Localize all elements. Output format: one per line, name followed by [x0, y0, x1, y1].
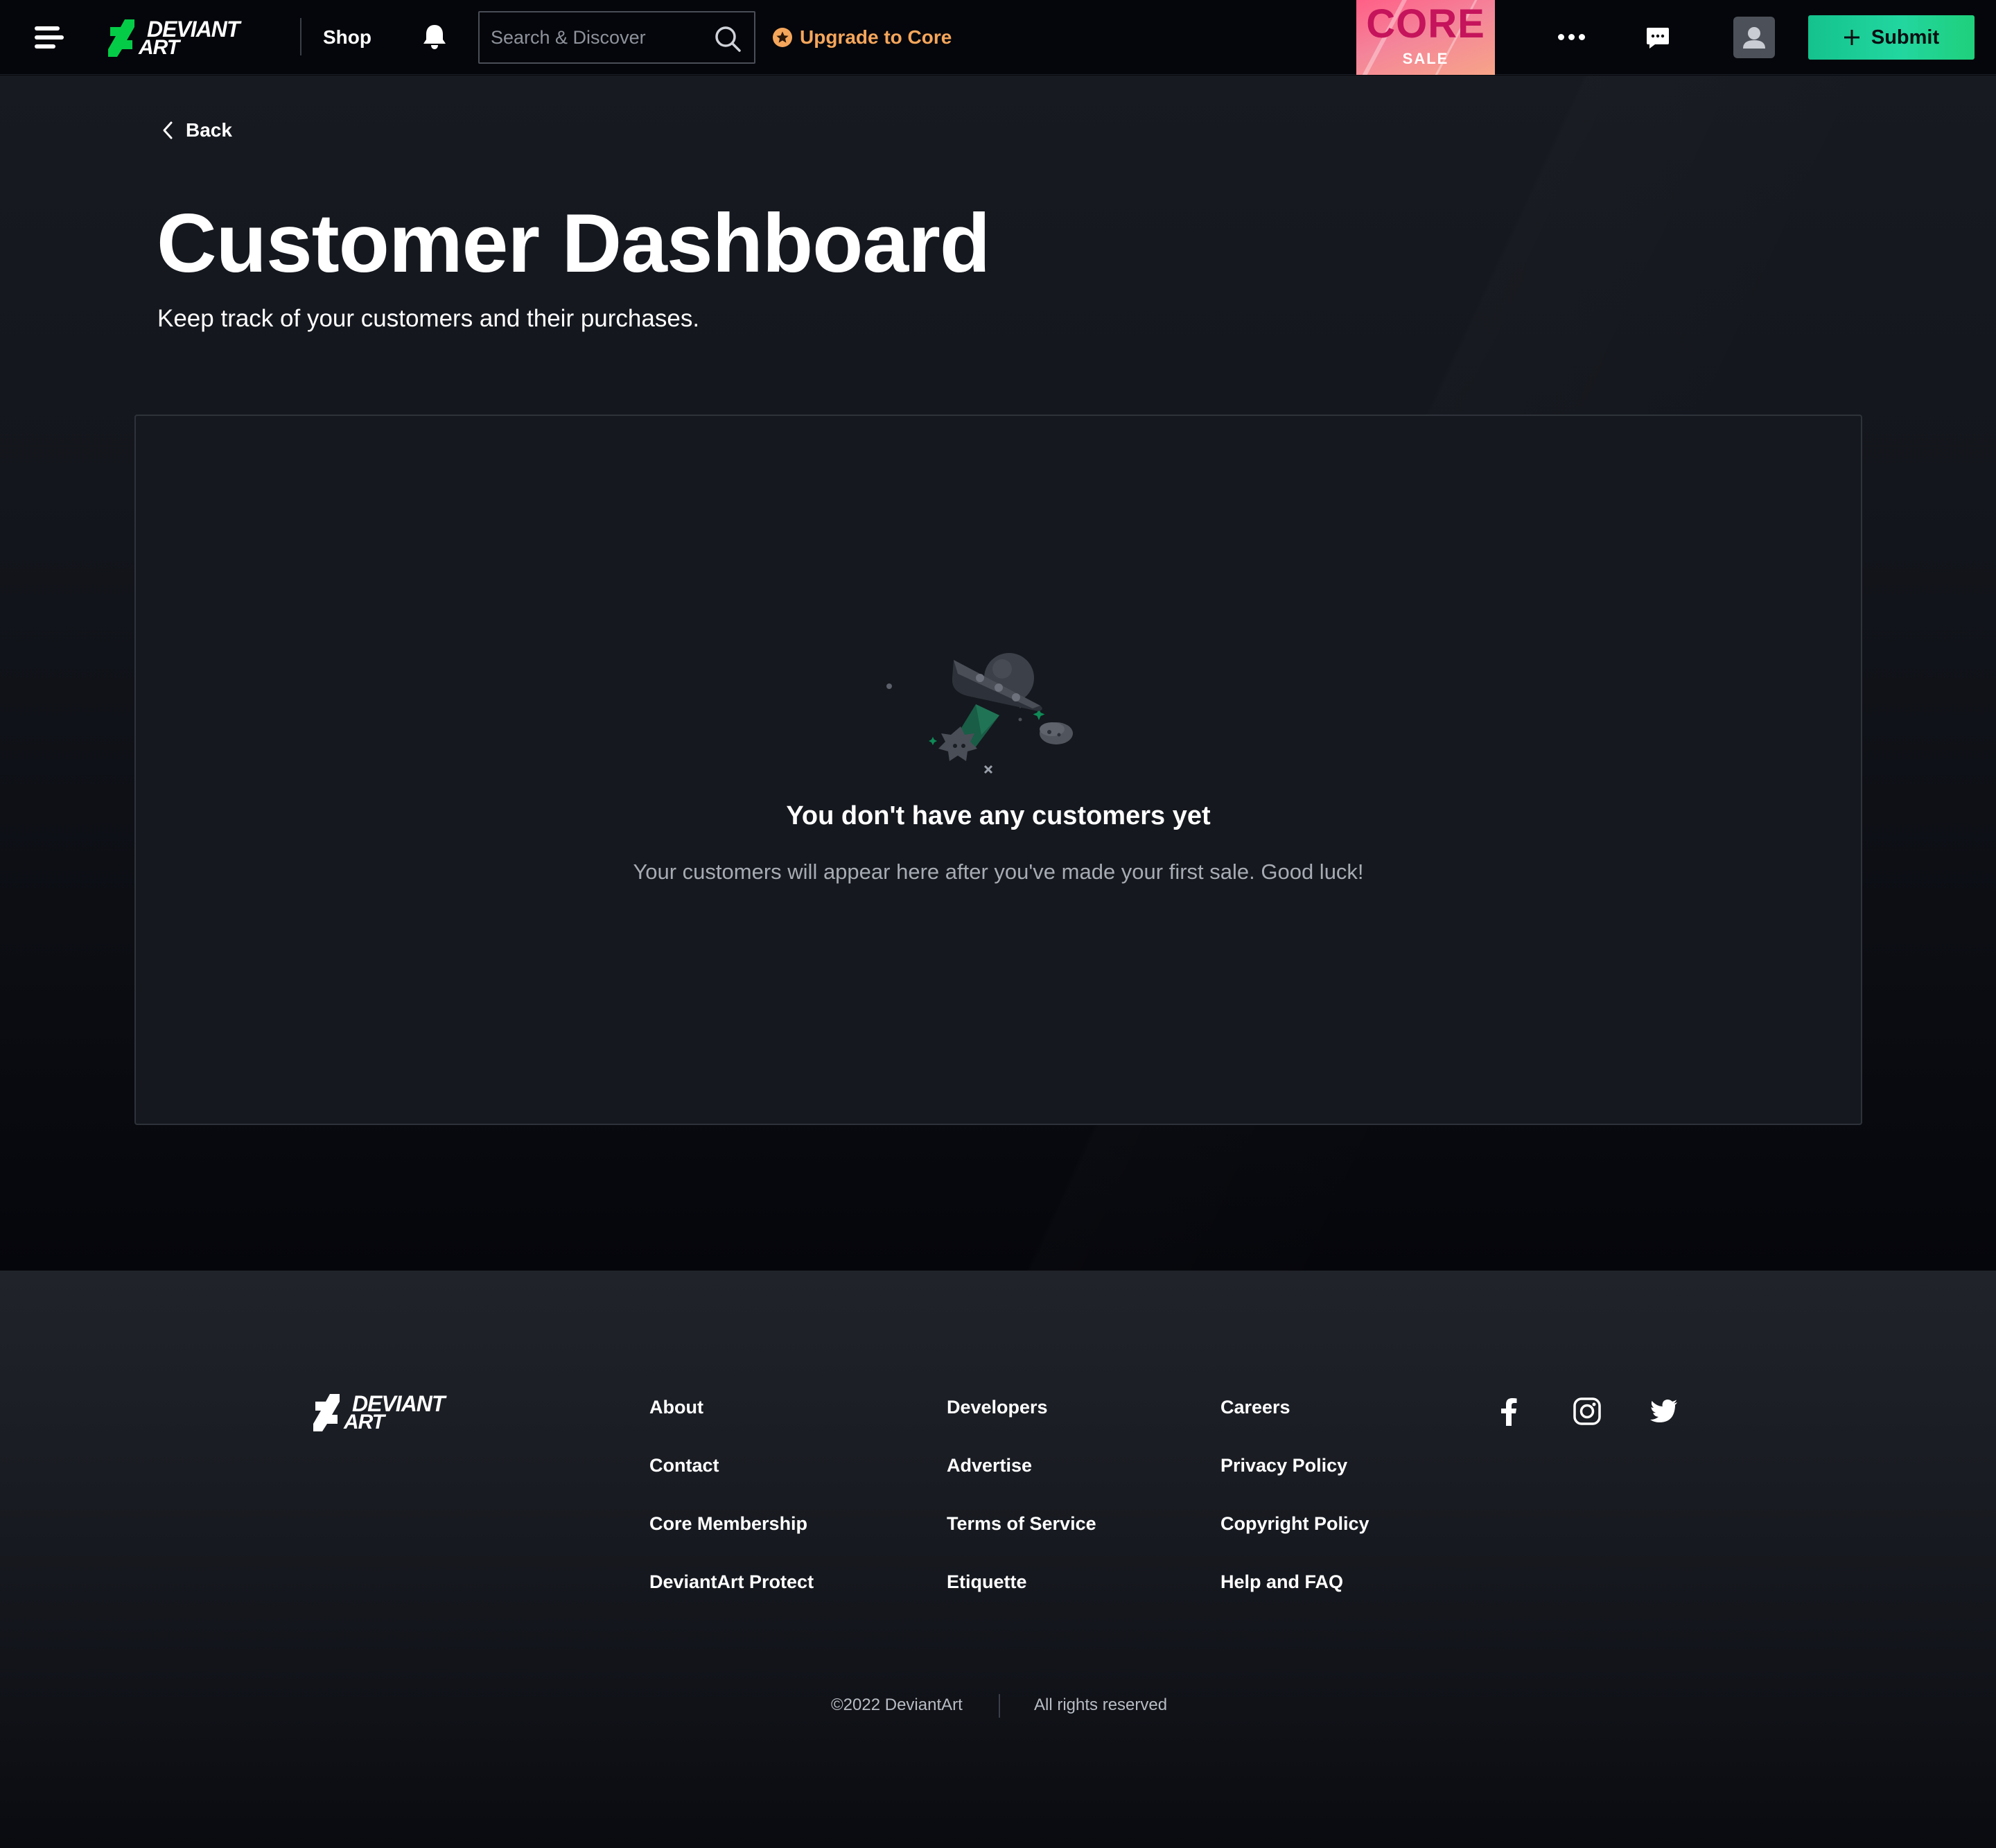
more-options-icon[interactable] — [1557, 32, 1587, 42]
upgrade-to-core-link[interactable]: Upgrade to Core — [772, 25, 952, 50]
page-title: Customer Dashboard — [157, 197, 990, 290]
footer-link-etiquette[interactable]: Etiquette — [947, 1571, 1027, 1593]
footer-link-developers[interactable]: Developers — [947, 1397, 1048, 1418]
search-icon[interactable] — [714, 25, 742, 53]
core-star-icon — [773, 28, 792, 47]
search-box — [478, 11, 755, 64]
submit-label: Submit — [1871, 26, 1940, 49]
shop-link[interactable]: Shop — [323, 26, 371, 49]
promo-core-text: CORE — [1366, 1, 1485, 46]
instagram-icon[interactable] — [1573, 1397, 1602, 1426]
rights-reserved-text: All rights reserved — [1034, 1696, 1168, 1714]
core-sale-promo-banner[interactable]: CORE SALE — [1356, 0, 1495, 75]
deviantart-mark-icon — [313, 1394, 340, 1431]
empty-state-ufo-illustration — [886, 653, 1073, 774]
twitter-icon[interactable] — [1650, 1400, 1678, 1423]
plus-icon — [1844, 30, 1859, 45]
logo-text-art: ART — [139, 36, 180, 59]
copyright-text: ©2022 DeviantArt — [831, 1696, 963, 1714]
facebook-icon[interactable] — [1500, 1397, 1518, 1426]
back-link[interactable]: Back — [161, 119, 232, 141]
footer-link-core-membership[interactable]: Core Membership — [649, 1513, 807, 1535]
page: DEVIANT ART Shop Upgrade to Core — [0, 0, 1996, 1848]
copyright-divider — [999, 1694, 1000, 1718]
user-avatar[interactable] — [1733, 17, 1775, 58]
top-navigation-bar: DEVIANT ART Shop Upgrade to Core — [0, 0, 1996, 75]
footer-link-terms-of-service[interactable]: Terms of Service — [947, 1513, 1096, 1535]
upgrade-label: Upgrade to Core — [800, 26, 952, 48]
promo-sale-text: SALE — [1402, 50, 1449, 67]
footer-link-copyright-policy[interactable]: Copyright Policy — [1220, 1513, 1369, 1535]
submit-button[interactable]: Submit — [1808, 15, 1975, 60]
empty-state-title: You don't have any customers yet — [786, 801, 1211, 830]
header-divider — [300, 18, 301, 55]
footer-link-help-and-faq[interactable]: Help and FAQ — [1220, 1571, 1343, 1593]
footer-link-contact[interactable]: Contact — [649, 1455, 719, 1476]
customers-panel: You don't have any customers yet Your cu… — [134, 415, 1862, 1125]
footer-link-advertise[interactable]: Advertise — [947, 1455, 1032, 1476]
page-subtitle: Keep track of your customers and their p… — [157, 305, 700, 332]
footer-logo-text-art: ART — [344, 1411, 385, 1433]
footer-link-careers[interactable]: Careers — [1220, 1397, 1290, 1418]
deviantart-logo[interactable]: DEVIANT ART — [108, 18, 254, 58]
empty-state-description: Your customers will appear here after yo… — [633, 860, 1364, 884]
search-input[interactable] — [491, 12, 712, 62]
footer-link-about[interactable]: About — [649, 1397, 703, 1418]
footer-link-privacy-policy[interactable]: Privacy Policy — [1220, 1455, 1347, 1476]
chevron-left-icon — [163, 121, 173, 139]
menu-icon[interactable] — [35, 22, 65, 53]
footer-link-deviantart-protect[interactable]: DeviantArt Protect — [649, 1571, 814, 1593]
site-footer: DEVIANT ART About Contact Core Membershi… — [0, 1271, 1996, 1848]
footer-deviantart-logo[interactable]: DEVIANT ART — [313, 1393, 459, 1433]
chat-messages-icon[interactable] — [1645, 26, 1670, 50]
deviantart-mark-icon — [108, 19, 134, 57]
default-user-icon — [1743, 27, 1765, 49]
back-label: Back — [186, 119, 232, 141]
notifications-bell-icon[interactable] — [420, 22, 449, 51]
